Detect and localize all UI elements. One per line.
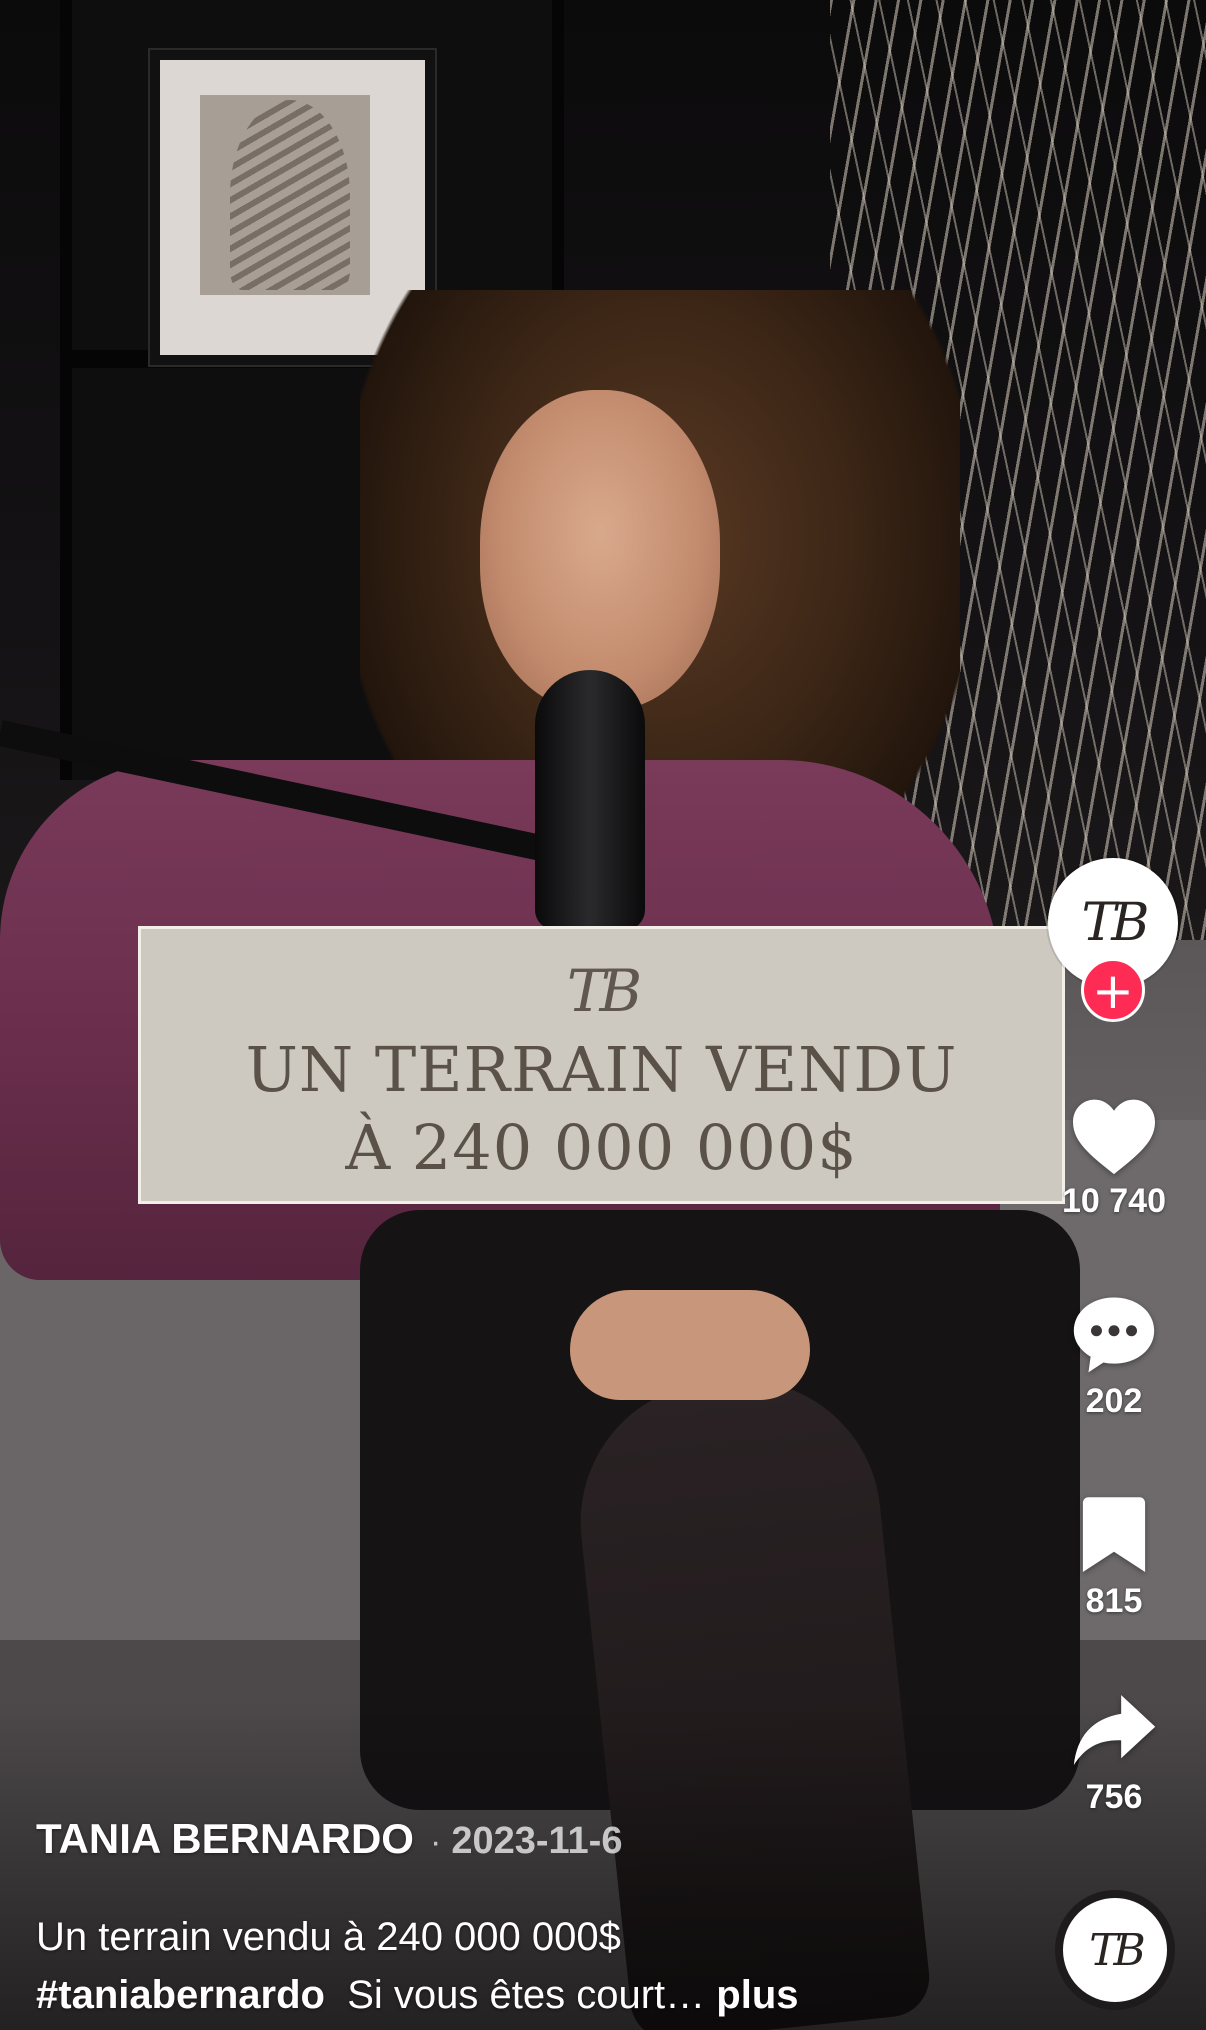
person-hand (570, 1290, 810, 1400)
like-count: 10 740 (1062, 1182, 1166, 1220)
share-icon (1073, 1695, 1156, 1766)
sound-disc[interactable]: TB (1055, 1890, 1175, 2010)
background-fern (230, 100, 350, 290)
caption-more-link[interactable]: plus (716, 1973, 798, 2017)
like-button[interactable]: 10 740 (1039, 1094, 1189, 1221)
comment-icon (1073, 1297, 1155, 1373)
microphone (535, 670, 645, 930)
video-text-overlay: TB UN TERRAIN VENDU À 240 000 000$ (138, 926, 1065, 1204)
bookmark-count: 815 (1085, 1582, 1143, 1620)
caption-preview: Si vous êtes court… (347, 1973, 706, 2017)
caption-second-line: #taniabernardo Si vous êtes court… plus (36, 1966, 799, 2024)
meta-separator: · (429, 1823, 442, 1861)
caption-text: Un terrain vendu à 240 000 000$ (36, 1915, 621, 1959)
comment-count: 202 (1085, 1382, 1143, 1420)
share-count: 756 (1085, 1778, 1143, 1816)
sound-disc-initials: TB (1089, 1924, 1146, 1976)
share-button[interactable]: 756 (1039, 1690, 1189, 1817)
video-meta: TANIA BERNARDO · 2023-11-6 (36, 1815, 622, 1863)
person-face (480, 390, 720, 710)
comment-button[interactable]: 202 (1039, 1292, 1189, 1421)
creator-name[interactable]: TANIA BERNARDO (36, 1815, 414, 1863)
plus-icon: + (1092, 962, 1134, 1020)
bookmark-icon (1082, 1497, 1146, 1572)
caption-hashtag[interactable]: #taniabernardo (36, 1973, 325, 2017)
post-date: 2023-11-6 (451, 1820, 623, 1862)
bookmark-button[interactable]: 815 (1039, 1494, 1189, 1621)
avatar-initials: TB (1081, 893, 1150, 953)
video-caption[interactable]: Un terrain vendu à 240 000 000$ #taniabe… (36, 1908, 799, 2024)
follow-button[interactable]: + (1081, 958, 1145, 1022)
overlay-logo: TB (566, 957, 642, 1025)
overlay-line-2: À 240 000 000$ (345, 1111, 858, 1184)
overlay-line-1: UN TERRAIN VENDU (245, 1033, 958, 1106)
video-player[interactable]: TB UN TERRAIN VENDU À 240 000 000$ TB + … (0, 0, 1206, 2030)
heart-icon (1073, 1099, 1155, 1175)
